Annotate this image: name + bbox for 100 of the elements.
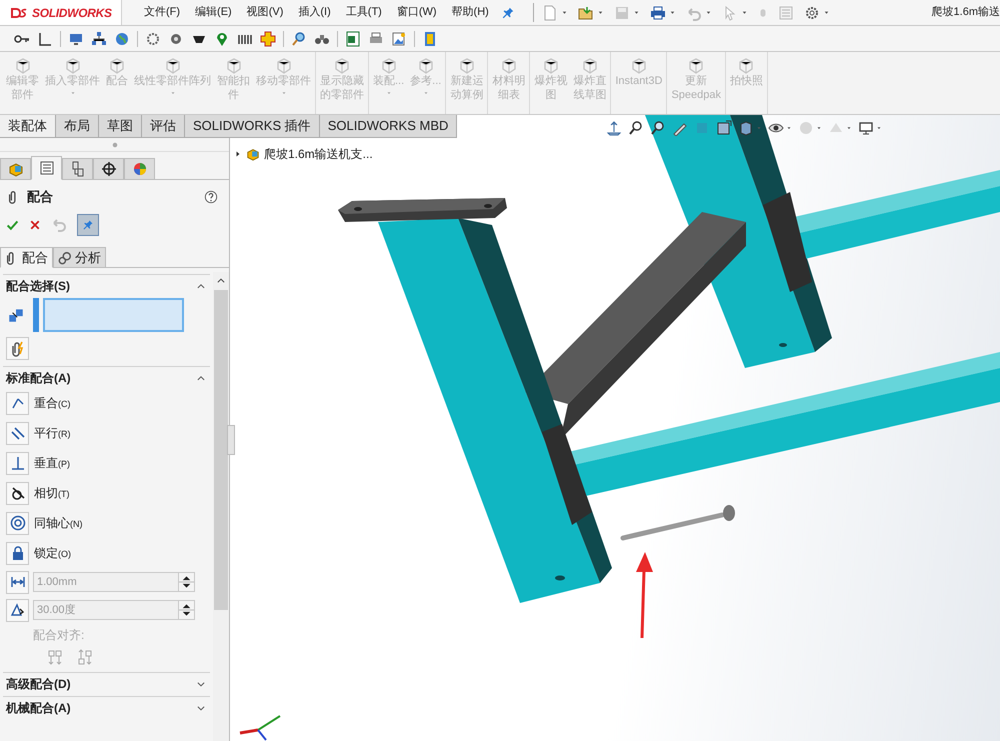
caret-icon[interactable] — [816, 125, 822, 131]
caret-icon[interactable] — [632, 9, 640, 16]
lock-button[interactable] — [6, 542, 29, 564]
caret-icon[interactable] — [668, 9, 676, 16]
dynamic-annotation-icon[interactable] — [716, 120, 732, 136]
cross-icon[interactable] — [260, 30, 276, 46]
close-icon[interactable] — [29, 219, 41, 231]
standard-views-icon[interactable] — [606, 120, 622, 136]
caret-icon — [170, 90, 176, 96]
section-header[interactable]: 标准配合(A) — [6, 368, 71, 386]
section-header[interactable]: 高级配合(D) — [6, 674, 71, 692]
monitor-icon[interactable] — [858, 120, 874, 136]
grip-icon — [112, 142, 118, 148]
cube-icon — [64, 58, 80, 74]
mate-label[interactable]: 锁定(O) — [34, 544, 71, 562]
gear-icon[interactable] — [145, 30, 161, 46]
zoom-to-fit-icon[interactable] — [628, 120, 644, 136]
sub-tab[interactable]: 分析 — [53, 247, 106, 268]
menu-item[interactable]: 编辑(E) — [195, 4, 232, 21]
panel-tab[interactable] — [93, 158, 124, 180]
cube-icon — [334, 58, 350, 74]
pin-icon — [500, 6, 515, 20]
cube-icon — [630, 58, 647, 74]
menu-item[interactable]: 工具(T) — [346, 4, 382, 21]
mate-label[interactable]: 平行(R) — [34, 424, 70, 442]
cube-icon — [226, 58, 242, 74]
mate-label[interactable]: 相切(T) — [34, 484, 70, 502]
magnifier-icon[interactable] — [291, 30, 307, 46]
parallel-lines-button[interactable] — [6, 422, 29, 444]
menu-item[interactable]: 窗口(W) — [396, 4, 437, 21]
caret-icon[interactable] — [596, 9, 604, 16]
ok-check-icon[interactable] — [6, 218, 19, 232]
list-icon — [38, 160, 54, 176]
globe-icon[interactable] — [114, 30, 130, 46]
menu-item[interactable]: 文件(F) — [144, 4, 180, 21]
menu-item[interactable]: 帮助(H) — [452, 4, 489, 21]
crosshair-icon — [100, 161, 116, 177]
paperclip-lightning-button[interactable] — [6, 337, 29, 360]
window-title: 爬坡1.6m输送 — [930, 5, 1000, 20]
angle-icon — [10, 602, 26, 618]
mate-label[interactable]: 同轴心(N) — [34, 514, 82, 532]
coincident-button[interactable] — [6, 392, 29, 414]
caret-icon[interactable] — [846, 125, 852, 131]
cube-icon — [738, 58, 754, 74]
cube-icon — [500, 58, 517, 74]
section-header[interactable]: 配合选择(S) — [6, 276, 70, 294]
menu-item[interactable]: 插入(I) — [298, 4, 331, 21]
alignment-label: 配合对齐: — [32, 627, 86, 644]
ribbon-tab[interactable]: 草图 — [99, 115, 142, 137]
print-icon[interactable] — [650, 4, 666, 20]
caret-icon[interactable] — [786, 125, 792, 131]
caret-icon[interactable] — [704, 9, 712, 16]
zoom-area-icon[interactable] — [650, 120, 666, 136]
section-header[interactable]: 机械配合(A) — [6, 698, 71, 716]
map-pin-icon[interactable] — [214, 30, 230, 46]
expand-arrow-icon[interactable] — [234, 150, 242, 158]
help-icon[interactable] — [204, 190, 218, 204]
open-folder-icon[interactable] — [578, 4, 594, 20]
caret-icon[interactable] — [740, 9, 748, 16]
tangent-button[interactable] — [6, 482, 29, 504]
settings-icon[interactable] — [804, 4, 820, 20]
spreadsheet-icon[interactable] — [345, 30, 361, 46]
concentric-circles-icon — [10, 515, 26, 531]
network-icon[interactable] — [91, 30, 107, 46]
scrollbar[interactable] — [213, 272, 229, 741]
cube-icon — [109, 58, 125, 74]
scroll-thumb[interactable] — [214, 290, 228, 610]
panel-tab[interactable] — [62, 158, 93, 180]
ribbon-tab[interactable]: SOLIDWORKS 插件 — [185, 115, 320, 137]
parallel-lines-icon — [10, 425, 26, 441]
tree-item[interactable]: 爬坡1.6m输送机支... — [264, 145, 373, 163]
caret-icon[interactable] — [876, 125, 882, 131]
cube-icon — [14, 58, 30, 74]
concentric-circles-button[interactable] — [6, 512, 29, 534]
panel-title: 配合 — [27, 188, 53, 206]
panel-tab[interactable] — [31, 156, 62, 180]
ribbon-tab[interactable]: 评估 — [142, 115, 185, 137]
selection-list-field[interactable] — [43, 298, 184, 332]
assembly-icon — [246, 147, 260, 161]
angle-icon[interactable] — [37, 30, 53, 46]
panel-collapse-handle[interactable] — [227, 425, 235, 455]
caret-icon[interactable] — [560, 9, 568, 16]
cube-icon — [688, 58, 704, 74]
help-book-icon[interactable] — [422, 30, 438, 46]
ribbon-tab[interactable]: SOLIDWORKS MBD — [320, 115, 458, 137]
tangent-icon — [10, 485, 26, 501]
image-file-icon[interactable] — [391, 30, 407, 46]
sub-tab[interactable]: 配合 — [0, 247, 53, 268]
mate-label[interactable]: 重合(C) — [34, 394, 70, 412]
ribbon-tab[interactable]: 布局 — [56, 115, 99, 137]
menu-item[interactable]: 视图(V) — [246, 4, 284, 21]
paperclip-lightning-icon — [10, 340, 26, 356]
perpendicular-icon — [10, 455, 26, 471]
assembly-icon — [8, 161, 24, 177]
selection-marker — [33, 298, 39, 332]
mate-label[interactable]: 垂直(P) — [34, 454, 70, 472]
perpendicular-button[interactable] — [6, 452, 29, 474]
caret-icon[interactable] — [822, 9, 830, 16]
distance-icon — [10, 574, 26, 590]
pin-icon — [82, 219, 94, 231]
